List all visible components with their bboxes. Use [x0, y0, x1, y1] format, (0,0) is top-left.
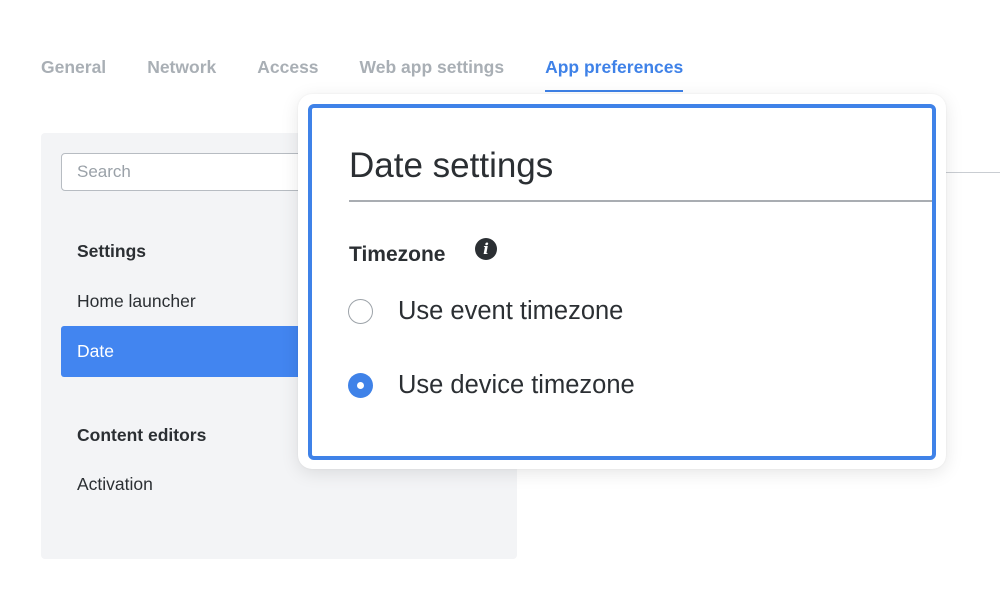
- radio-button-unchecked[interactable]: [348, 298, 373, 324]
- radio-label-event-timezone: Use event timezone: [398, 296, 624, 325]
- date-settings-card: Date settings Timezone i Use event timez…: [308, 104, 936, 460]
- tab-access[interactable]: Access: [257, 56, 318, 92]
- tab-network[interactable]: Network: [147, 56, 216, 92]
- radio-button-checked[interactable]: [348, 372, 373, 398]
- radio-option-device-timezone[interactable]: Use device timezone: [348, 370, 635, 400]
- top-tab-bar: General Network Access Web app settings …: [41, 56, 724, 92]
- info-icon[interactable]: i: [475, 238, 497, 260]
- page-title: Date settings: [349, 146, 554, 185]
- tab-web-app-settings[interactable]: Web app settings: [360, 56, 505, 92]
- section-title-content-editors: Content editors: [77, 425, 207, 445]
- tab-app-preferences[interactable]: App preferences: [545, 56, 684, 92]
- timezone-label: Timezone: [349, 243, 446, 266]
- title-divider: [349, 200, 932, 202]
- radio-option-event-timezone[interactable]: Use event timezone: [348, 296, 623, 326]
- radio-label-device-timezone: Use device timezone: [398, 370, 635, 399]
- tab-general[interactable]: General: [41, 56, 106, 92]
- section-title-settings: Settings: [77, 241, 147, 261]
